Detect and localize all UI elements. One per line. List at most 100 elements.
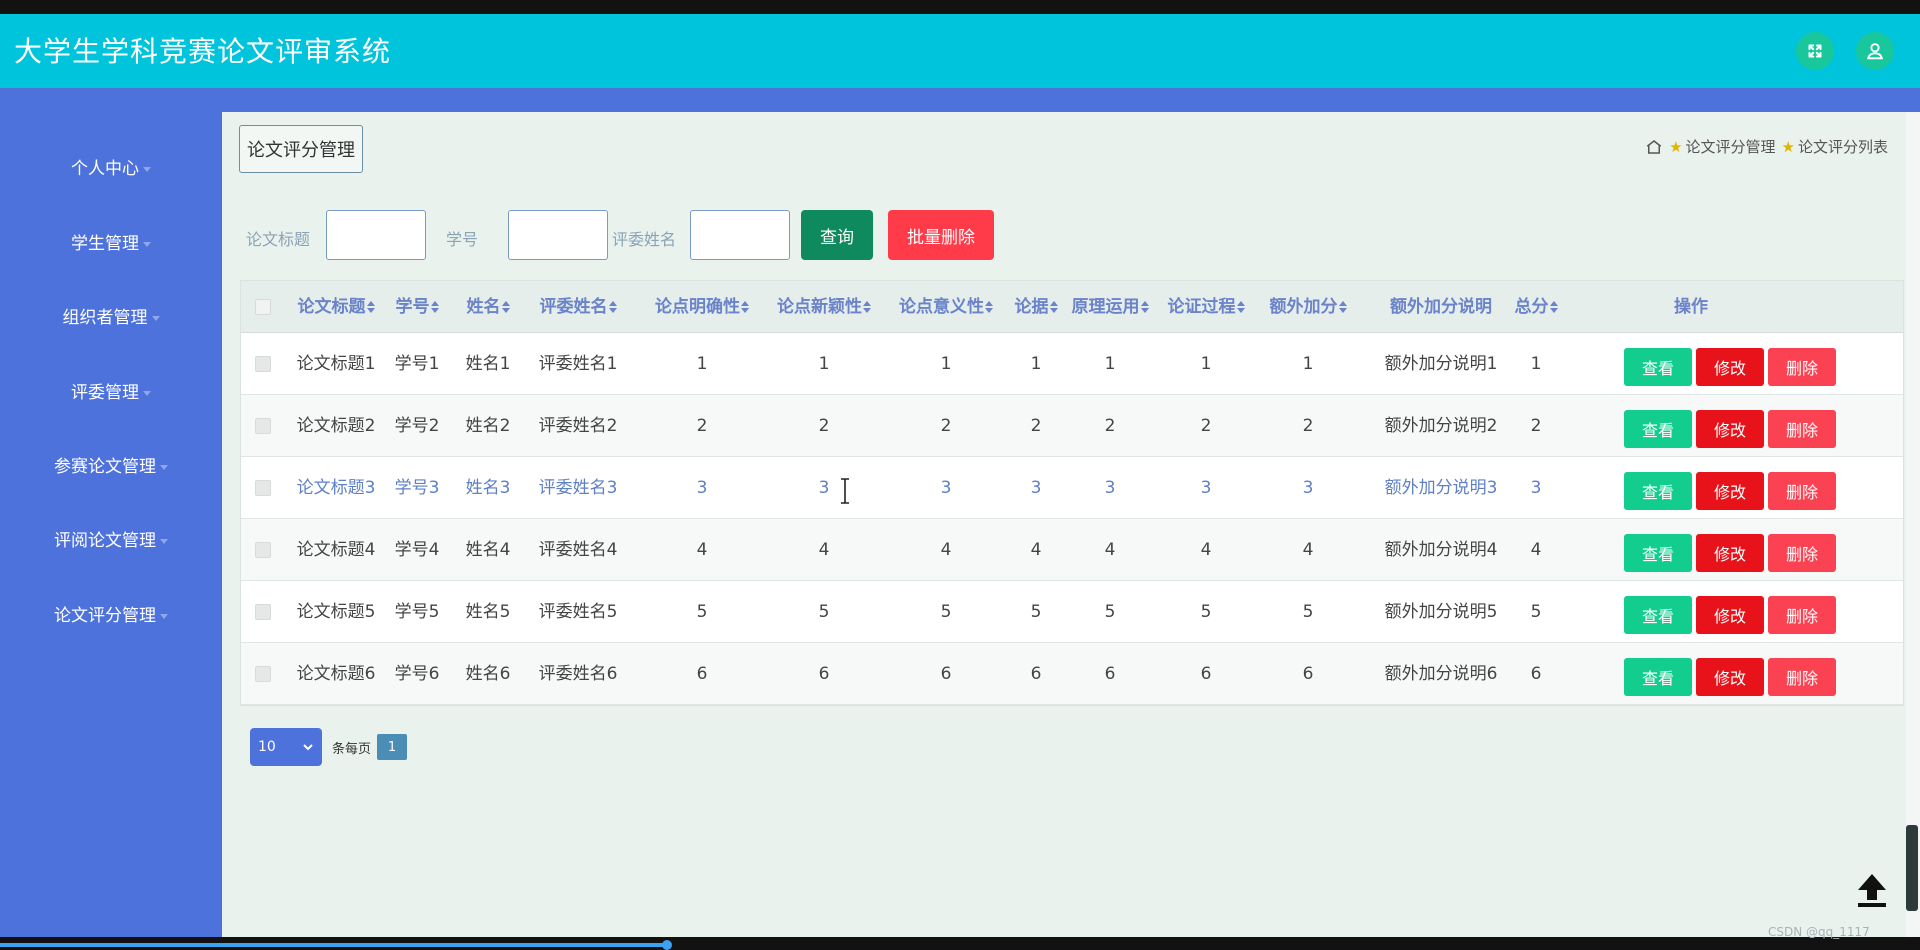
cell-bonus-note: 额外加分说明3	[1384, 478, 1498, 498]
view-button[interactable]: 查看	[1624, 596, 1692, 634]
delete-button[interactable]: 删除	[1768, 472, 1836, 510]
row-checkbox[interactable]	[255, 542, 271, 558]
student-id-input[interactable]	[508, 210, 608, 260]
edit-button[interactable]: 修改	[1696, 348, 1764, 386]
table-row[interactable]: 论文标题2 学号2 姓名2 评委姓名2 2 2 2 2 2 2 2 额外加分说明2 2 查看 修改 删除	[241, 395, 1903, 457]
title-label: 论文标题	[246, 230, 311, 249]
cell-clarity: 6	[696, 664, 708, 684]
scores-table: 论文标题 学号 姓名 评委姓名 论点明确性 论点新颖性 论点意义性 论据 原理运…	[240, 280, 1904, 706]
column-header-clarity[interactable]: 论点明确性	[647, 281, 757, 333]
cell-bonus-note: 额外加分说明6	[1384, 664, 1498, 684]
cell-title: 论文标题2	[296, 416, 376, 436]
table-row[interactable]: 论文标题1 学号1 姓名1 评委姓名1 1 1 1 1 1 1 1 额外加分说明1 1 查看 修改 删除	[241, 333, 1903, 395]
sidebar-item-personal-center[interactable]: 个人中心	[0, 154, 222, 179]
column-header-process[interactable]: 论证过程	[1161, 281, 1251, 333]
column-header-bonus[interactable]: 额外加分	[1263, 281, 1353, 333]
query-button[interactable]: 查询	[801, 210, 873, 260]
cell-novelty: 6	[818, 664, 830, 684]
cell-judge: 评委姓名4	[538, 540, 618, 560]
student-id-label: 学号	[446, 230, 479, 249]
title-input[interactable]	[326, 210, 426, 260]
fullscreen-icon	[1808, 44, 1822, 58]
user-button[interactable]	[1856, 32, 1894, 70]
bulk-delete-button[interactable]: 批量删除	[888, 210, 994, 260]
cell-name: 姓名5	[465, 602, 511, 622]
edit-button[interactable]: 修改	[1696, 410, 1764, 448]
edit-button[interactable]: 修改	[1696, 534, 1764, 572]
table-row[interactable]: 论文标题6 学号6 姓名6 评委姓名6 6 6 6 6 6 6 6 额外加分说明6 6 查看 修改 删除	[241, 643, 1903, 705]
cell-principle: 3	[1104, 478, 1116, 498]
column-header-total[interactable]: 总分	[1507, 281, 1565, 333]
breadcrumb-item[interactable]: 论文评分管理	[1686, 136, 1776, 157]
table-row[interactable]: 论文标题5 学号5 姓名5 评委姓名5 5 5 5 5 5 5 5 额外加分说明5 5 查看 修改 删除	[241, 581, 1903, 643]
column-header-title[interactable]: 论文标题	[291, 281, 381, 333]
cell-evidence: 5	[1030, 602, 1042, 622]
delete-button[interactable]: 删除	[1768, 410, 1836, 448]
view-button[interactable]: 查看	[1624, 472, 1692, 510]
chevron-down-icon	[303, 744, 313, 751]
cell-process: 3	[1200, 478, 1212, 498]
scrollbar[interactable]	[1906, 112, 1920, 937]
sidebar-item-organizers[interactable]: 组织者管理	[0, 303, 222, 328]
cell-name: 姓名3	[465, 478, 511, 498]
row-checkbox[interactable]	[255, 480, 271, 496]
row-checkbox[interactable]	[255, 666, 271, 682]
cell-process: 5	[1200, 602, 1212, 622]
sidebar-item-scores[interactable]: 论文评分管理	[0, 601, 222, 626]
cell-bonus-note: 额外加分说明2	[1384, 416, 1498, 436]
view-button[interactable]: 查看	[1624, 658, 1692, 696]
table-row[interactable]: 论文标题3 学号3 姓名3 评委姓名3 3 3 3 3 3 3 3 额外加分说明3 3 查看 修改 删除	[241, 457, 1903, 519]
table-body: 论文标题1 学号1 姓名1 评委姓名1 1 1 1 1 1 1 1 额外加分说明1 1 查看 修改 删除 论文标…	[241, 333, 1903, 705]
edit-button[interactable]: 修改	[1696, 658, 1764, 696]
cell-name: 姓名6	[465, 664, 511, 684]
select-all-checkbox[interactable]	[255, 299, 271, 315]
row-checkbox[interactable]	[255, 604, 271, 620]
column-header-evidence[interactable]: 论据	[1010, 281, 1062, 333]
breadcrumb: ★ 论文评分管理 ★ 论文评分列表	[1645, 136, 1888, 157]
video-progress-handle[interactable]	[662, 940, 672, 950]
home-icon[interactable]	[1645, 138, 1663, 156]
sidebar-item-entries[interactable]: 参赛论文管理	[0, 452, 222, 477]
delete-button[interactable]: 删除	[1768, 348, 1836, 386]
cell-evidence: 3	[1030, 478, 1042, 498]
delete-button[interactable]: 删除	[1768, 658, 1836, 696]
section-title-button[interactable]: 论文评分管理	[239, 125, 363, 173]
column-header-novelty[interactable]: 论点新颖性	[769, 281, 879, 333]
row-checkbox[interactable]	[255, 418, 271, 434]
sidebar-item-judges[interactable]: 评委管理	[0, 378, 222, 403]
cell-clarity: 3	[696, 478, 708, 498]
cell-title: 论文标题3	[296, 478, 376, 498]
view-button[interactable]: 查看	[1624, 348, 1692, 386]
sort-icon	[1338, 300, 1347, 314]
page-size-select[interactable]: 10	[250, 728, 322, 766]
watermark: CSDN @qq_1117	[1768, 925, 1870, 939]
edit-button[interactable]: 修改	[1696, 596, 1764, 634]
sidebar-item-students[interactable]: 学生管理	[0, 229, 222, 254]
column-header-significance[interactable]: 论点意义性	[891, 281, 1001, 333]
sort-icon	[1140, 300, 1149, 314]
judge-name-input[interactable]	[690, 210, 790, 260]
caret-down-icon	[160, 613, 168, 619]
cell-significance: 1	[940, 354, 952, 374]
edit-button[interactable]: 修改	[1696, 472, 1764, 510]
cell-principle: 2	[1104, 416, 1116, 436]
column-header-name[interactable]: 姓名	[453, 281, 523, 333]
cell-name: 姓名1	[465, 354, 511, 374]
back-to-top-icon[interactable]	[1850, 868, 1894, 912]
page-number-button[interactable]: 1	[377, 734, 408, 760]
sidebar-item-label: 评阅论文管理	[54, 531, 156, 551]
fullscreen-button[interactable]	[1796, 32, 1834, 70]
cell-name: 姓名4	[465, 540, 511, 560]
row-checkbox[interactable]	[255, 356, 271, 372]
delete-button[interactable]: 删除	[1768, 596, 1836, 634]
cell-evidence: 2	[1030, 416, 1042, 436]
column-header-principle[interactable]: 原理运用	[1065, 281, 1155, 333]
view-button[interactable]: 查看	[1624, 410, 1692, 448]
column-header-student-id[interactable]: 学号	[381, 281, 453, 333]
column-header-judge[interactable]: 评委姓名	[523, 281, 633, 333]
sidebar-item-reviews[interactable]: 评阅论文管理	[0, 526, 222, 551]
delete-button[interactable]: 删除	[1768, 534, 1836, 572]
view-button[interactable]: 查看	[1624, 534, 1692, 572]
table-row[interactable]: 论文标题4 学号4 姓名4 评委姓名4 4 4 4 4 4 4 4 额外加分说明4 4 查看 修改 删除	[241, 519, 1903, 581]
sort-icon	[863, 300, 871, 314]
